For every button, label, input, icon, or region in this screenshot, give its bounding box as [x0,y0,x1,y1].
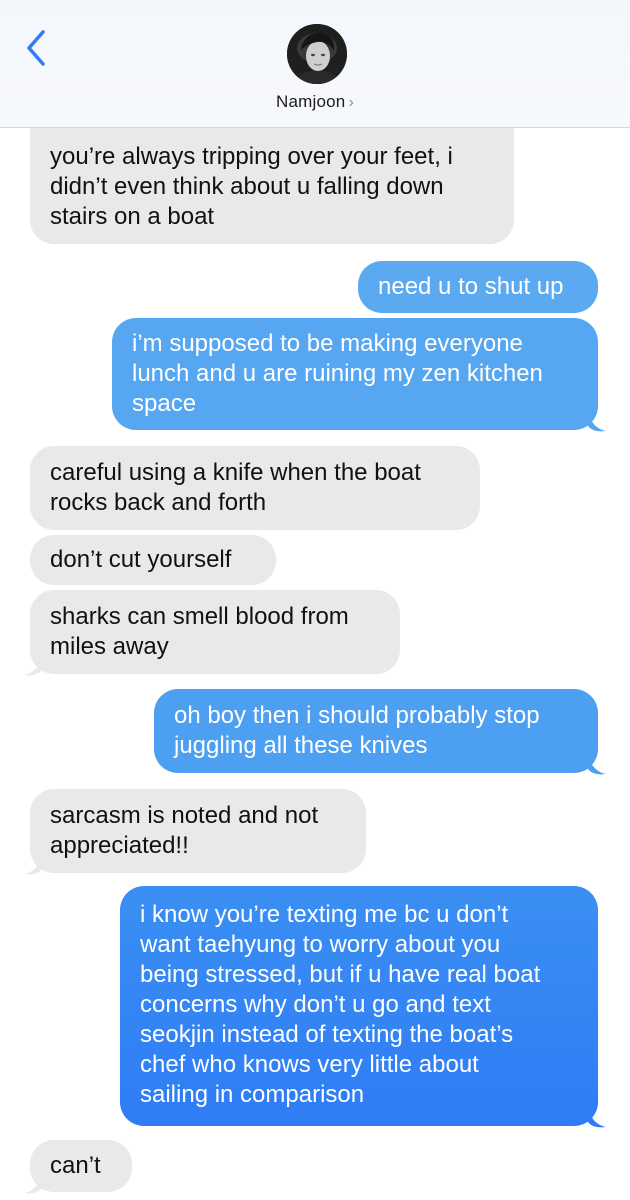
message-line: don’t cut yourself [50,546,232,573]
message-line: appreciated!! [50,832,189,859]
message-line: didn’t even think about u falling down [50,173,444,200]
contact-photo [287,24,347,84]
bubble-tail [588,753,606,775]
message-line: careful using a knife when the boat [50,459,421,486]
avatar[interactable] [287,24,347,84]
message-line: stairs on a boat [50,203,215,230]
message-line: sarcasm is noted and not [50,802,319,829]
bubble-tail [24,853,42,875]
message-line: oh boy then i should probably stop [174,702,540,729]
message-line: miles away [50,633,169,660]
message-bubble-incoming[interactable]: can’t [30,1140,132,1192]
message-bubble-incoming[interactable]: don’t cut yourself [30,535,276,585]
message-line: space [132,390,197,417]
bubble-tail [24,1172,42,1194]
message-line: sailing in comparison [140,1081,365,1108]
message-bubble-outgoing[interactable]: i know you’re texting me bc u don’t want… [120,886,598,1126]
message-line: want taehyung to worry about you [140,931,501,958]
message-line: chef who knows very little about [140,1051,479,1078]
message-bubble-outgoing[interactable]: i’m supposed to be making everyone lunch… [112,318,598,430]
bubble-tail [588,410,606,432]
message-line: i’m supposed to be making everyone [132,330,523,357]
message-line: can’t [50,1152,101,1179]
bubble-tail [588,1106,606,1128]
message-line: i know you’re texting me bc u don’t [140,901,509,928]
message-line: lunch and u are ruining my zen kitchen [132,360,543,387]
message-bubble-incoming[interactable]: sarcasm is noted and not appreciated!! [30,789,366,873]
message-line: being stressed, but if u have real boat [140,961,541,988]
message-thread: you’re always tripping over your feet, i… [0,0,630,1200]
message-line: juggling all these knives [174,732,428,759]
message-bubble-outgoing[interactable]: oh boy then i should probably stop juggl… [154,689,598,773]
message-bubble-incoming[interactable]: sharks can smell blood from miles away [30,590,400,674]
message-line: sharks can smell blood from [50,603,349,630]
contact-name-button[interactable]: Namjoon › [0,92,630,112]
message-line: rocks back and forth [50,489,267,516]
message-line: concerns why don’t u go and text [140,991,491,1018]
contact-name: Namjoon [276,92,346,111]
chevron-left-icon [27,30,45,66]
message-bubble-incoming[interactable]: you’re always tripping over your feet, i… [30,126,514,244]
bubble-tail [24,654,42,676]
back-button[interactable] [22,28,52,68]
chevron-right-icon: › [348,94,354,111]
conversation-header: Namjoon › [0,0,630,128]
message-bubble-incoming[interactable]: careful using a knife when the boat rock… [30,446,480,530]
message-bubble-outgoing[interactable]: need u to shut up [358,261,598,313]
message-line: seokjin instead of texting the boat’s [140,1021,514,1048]
message-line: you’re always tripping over your feet, i [50,143,453,170]
message-line: need u to shut up [378,273,564,300]
